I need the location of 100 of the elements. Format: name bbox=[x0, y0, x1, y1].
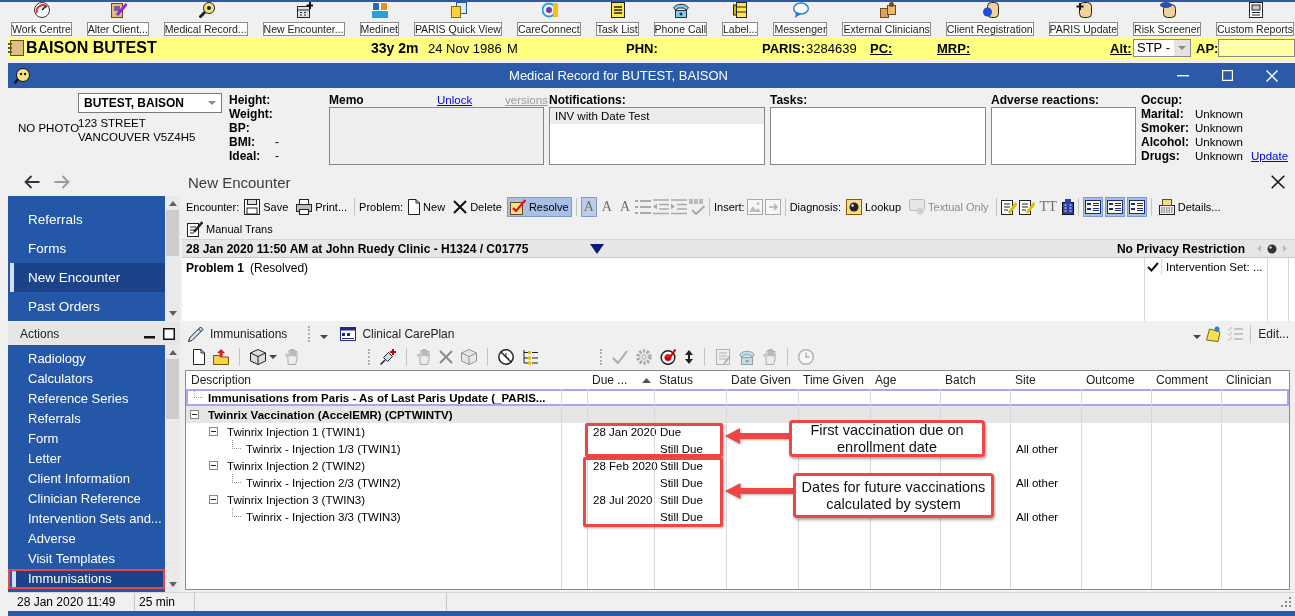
toolbar-button[interactable]: Print... bbox=[293, 197, 351, 217]
scroll-up-icon[interactable] bbox=[168, 350, 177, 355]
toolbar-button[interactable]: External Clinicians bbox=[839, 1, 936, 38]
column-header[interactable]: Site bbox=[1015, 373, 1036, 387]
tree-item[interactable]: Twinrix - Injection 3/3 (TWIN3) bbox=[243, 510, 401, 523]
toolbar-button[interactable]: Delete bbox=[450, 197, 505, 217]
scroll-thumb[interactable] bbox=[166, 359, 179, 419]
toolbar-button[interactable]: Manual Trans bbox=[184, 218, 276, 239]
toolbar-button[interactable]: Resolve bbox=[506, 197, 572, 217]
maximize-icon[interactable] bbox=[163, 327, 175, 340]
table-row[interactable]: Twinrix Vaccination (AccelEMR) (CPTWINTV) bbox=[186, 406, 1289, 423]
column-header[interactable]: Time Given bbox=[803, 373, 864, 387]
back-arrow-icon[interactable] bbox=[24, 175, 40, 189]
tree-item[interactable]: Twinrix Injection 3 (TWIN3) bbox=[224, 493, 366, 506]
alt-link[interactable]: Alt: bbox=[1110, 40, 1132, 56]
column-header[interactable]: Comment bbox=[1156, 373, 1208, 387]
column-header[interactable]: Description bbox=[191, 373, 252, 387]
sidebar-item[interactable]: Forms bbox=[8, 234, 165, 263]
toolbar-button[interactable]: Custom Reports bbox=[1213, 1, 1295, 38]
toolbar-button[interactable]: Lookup bbox=[843, 197, 905, 217]
toolbar-button[interactable]: PARIS Quick View bbox=[410, 1, 507, 38]
scroll-thumb[interactable] bbox=[166, 210, 179, 256]
view-button[interactable]: Immunisations bbox=[188, 325, 288, 342]
down-arrow-icon[interactable] bbox=[590, 243, 604, 254]
tree-item[interactable]: Twinrix - Injection 2/3 (TWIN2) bbox=[243, 476, 401, 489]
toolbar-button[interactable]: Medinet bbox=[356, 1, 404, 38]
sidebar-item[interactable]: Reference Series bbox=[8, 389, 165, 409]
column-header[interactable]: Clinician bbox=[1226, 373, 1272, 387]
column-header[interactable]: Date Given bbox=[731, 373, 792, 387]
collapse-icon[interactable] bbox=[190, 410, 199, 419]
sidebar-item[interactable]: Calculators bbox=[8, 369, 165, 389]
toolbar-button[interactable]: Risk Screener bbox=[1130, 1, 1207, 38]
tree-list-icon[interactable] bbox=[522, 349, 538, 365]
update-link[interactable]: Update bbox=[1251, 150, 1289, 162]
mrp-link[interactable]: MRP: bbox=[937, 40, 971, 56]
target-check-icon[interactable] bbox=[660, 349, 676, 365]
sidebar-item[interactable]: Visit Templates bbox=[8, 549, 165, 569]
edit-button[interactable]: Edit... bbox=[1258, 326, 1289, 341]
minimize-icon[interactable] bbox=[144, 336, 155, 339]
toolbar-button[interactable]: Work Centre bbox=[8, 1, 77, 38]
scrollbar[interactable] bbox=[165, 196, 180, 321]
toolbar-button[interactable]: New Encounter... bbox=[259, 1, 350, 38]
toolbar-button[interactable]: Label... bbox=[719, 1, 764, 38]
column-header[interactable]: Due ... bbox=[592, 373, 628, 387]
sidebar-item[interactable]: Radiology bbox=[8, 349, 165, 369]
toolbar-button[interactable]: Details... bbox=[1155, 197, 1224, 217]
scroll-up-icon[interactable] bbox=[168, 201, 177, 206]
tree-item[interactable]: Twinrix - Injection 1/3 (TWIN1) bbox=[243, 442, 401, 455]
ap-field[interactable] bbox=[1218, 39, 1295, 57]
scrollbar[interactable] bbox=[165, 345, 180, 592]
pc-link[interactable]: PC: bbox=[870, 40, 893, 56]
sidebar-item[interactable]: Letter bbox=[8, 449, 165, 469]
sidebar-item[interactable]: New Encounter bbox=[8, 263, 165, 292]
scroll-down-icon[interactable] bbox=[168, 582, 177, 587]
column-header[interactable]: Age bbox=[875, 373, 897, 387]
sidebar-item[interactable]: Referrals bbox=[8, 205, 165, 234]
caret-icon[interactable] bbox=[320, 334, 329, 339]
client-dropdown[interactable]: BUTEST, BAISON bbox=[78, 93, 222, 113]
table-row[interactable]: Immunisations from Paris - As of Last Paris Update (_PARIS... bbox=[186, 389, 1289, 406]
layout-icon[interactable] bbox=[1126, 197, 1147, 217]
layout-icon[interactable] bbox=[1104, 197, 1125, 217]
toolbar-button[interactable]: Task List bbox=[592, 1, 644, 38]
view-button[interactable]: Clinical CarePlan bbox=[340, 325, 455, 342]
building-icon[interactable] bbox=[1061, 199, 1074, 215]
column-header[interactable]: Status bbox=[659, 373, 694, 387]
collapse-icon[interactable] bbox=[209, 495, 218, 504]
toolbar-button[interactable]: Client Registration bbox=[942, 1, 1039, 38]
unlock-link[interactable]: Unlock bbox=[437, 94, 473, 106]
toolbar-button[interactable]: CareConnect bbox=[513, 1, 586, 38]
syringe-plus-icon[interactable] bbox=[380, 349, 396, 365]
intervention-item[interactable]: Intervention Set: ... bbox=[1162, 260, 1263, 273]
scroll-down-icon[interactable] bbox=[168, 311, 177, 316]
column-header[interactable]: Batch bbox=[945, 373, 976, 387]
sidebar-item[interactable]: Clinician Reference bbox=[8, 489, 165, 509]
collapse-icon[interactable] bbox=[209, 427, 218, 436]
sidebar-item[interactable]: Intervention Sets and... bbox=[8, 509, 165, 529]
sidebar-item[interactable]: Past Orders bbox=[8, 292, 165, 321]
clock-slash-icon[interactable] bbox=[498, 349, 514, 365]
toolbar-button[interactable]: Messenger bbox=[770, 1, 833, 38]
alt-dropdown[interactable]: STP - bbox=[1133, 39, 1191, 57]
up-down-arrows-icon[interactable] bbox=[684, 349, 694, 365]
toolbar-button[interactable]: New bbox=[405, 197, 449, 217]
ball-icon[interactable] bbox=[1267, 243, 1277, 254]
sidebar-item[interactable]: Form bbox=[8, 429, 165, 449]
toolbar-button[interactable]: Alter Client... bbox=[83, 1, 154, 38]
layout-icon[interactable] bbox=[1082, 197, 1103, 217]
close-icon[interactable] bbox=[1271, 175, 1285, 189]
sticky-note-icon[interactable] bbox=[1206, 325, 1223, 342]
notification-item[interactable]: INV with Date Test bbox=[550, 108, 764, 124]
collapse-icon[interactable] bbox=[209, 461, 218, 470]
blank-page-icon[interactable] bbox=[193, 349, 205, 365]
sidebar-item[interactable]: Referrals bbox=[8, 409, 165, 429]
minimize-icon[interactable] bbox=[1177, 74, 1189, 77]
toolbar-button[interactable]: Medical Record... bbox=[160, 1, 253, 38]
document-pencil-icon[interactable] bbox=[1000, 199, 1017, 215]
sidebar-item[interactable]: Client Information bbox=[8, 469, 165, 489]
memo-field[interactable] bbox=[329, 107, 544, 165]
toolbar-button[interactable]: Phone Call bbox=[650, 1, 712, 38]
sidebar-item[interactable]: Immunisations bbox=[8, 569, 165, 589]
toolbar-button[interactable]: PARIS Update bbox=[1045, 1, 1124, 38]
